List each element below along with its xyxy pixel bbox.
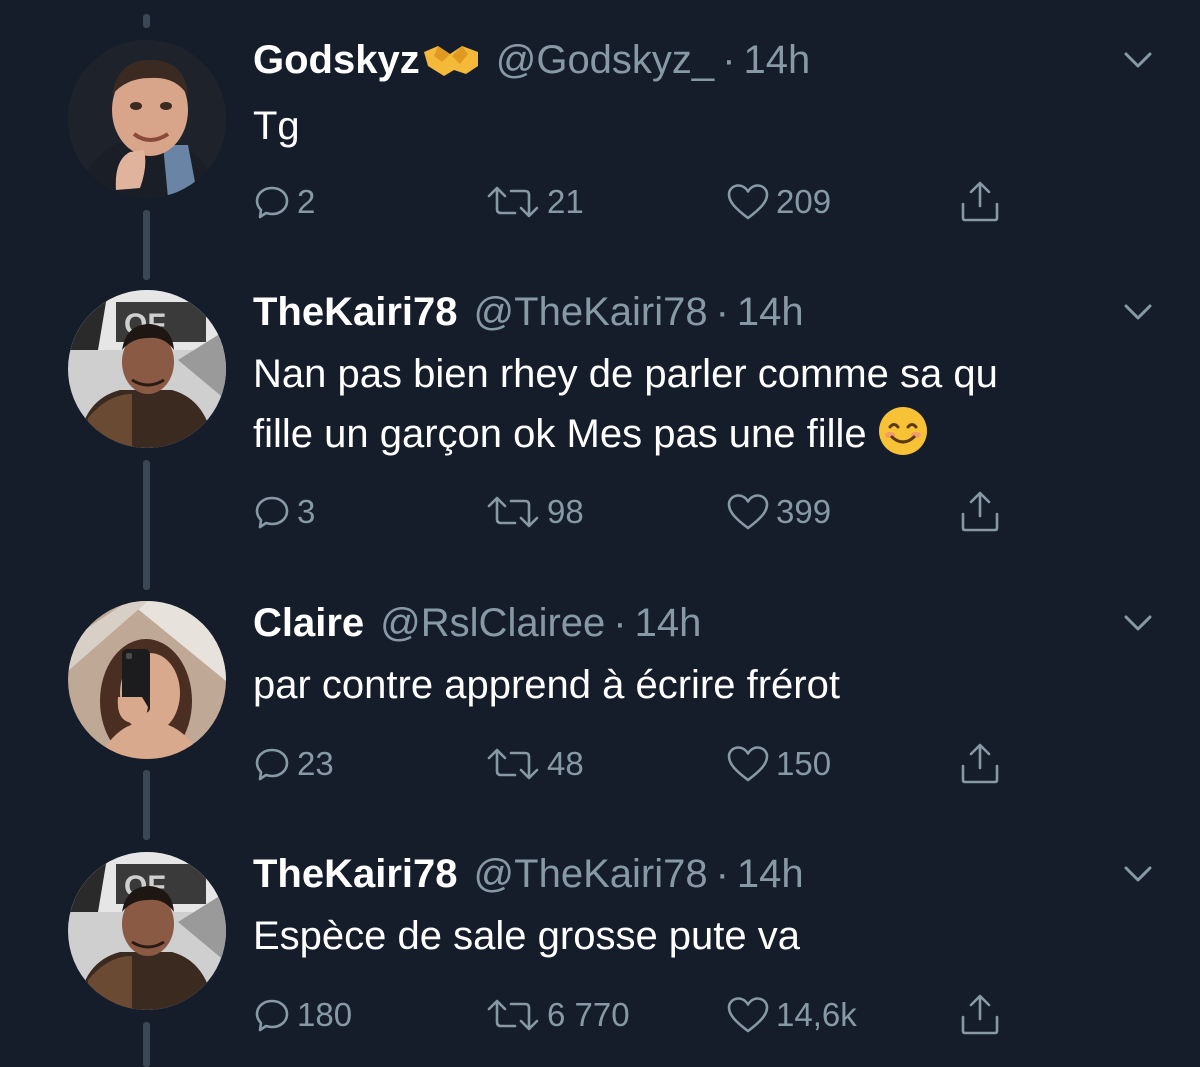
- reply-count: 2: [297, 183, 316, 220]
- separator-dot: ·: [715, 289, 729, 334]
- chevron-down-icon[interactable]: [1120, 294, 1156, 330]
- reply-button[interactable]: 180: [253, 990, 352, 1040]
- like-button[interactable]: 399: [726, 487, 831, 537]
- avatar[interactable]: [68, 40, 226, 198]
- like-count: 14,6k: [776, 996, 857, 1033]
- reply-count: 23: [297, 745, 334, 782]
- tweet-actions: 2 21 209: [253, 177, 1053, 227]
- tweet-actions: 23 48 150: [253, 739, 1053, 789]
- share-button[interactable]: [958, 739, 1002, 789]
- tweet-header: TheKairi78 @TheKairi78 · 14h: [253, 844, 804, 904]
- user-handle[interactable]: @RslClairee: [380, 601, 605, 646]
- retweet-count: 6 770: [547, 996, 630, 1033]
- tweet-header: TheKairi78 @TheKairi78 · 14h: [253, 282, 804, 342]
- display-name[interactable]: Claire: [253, 601, 364, 646]
- reply-icon: [253, 996, 291, 1034]
- chevron-down-icon[interactable]: [1120, 42, 1156, 78]
- smiling-face-icon: [877, 405, 929, 457]
- separator-dot: ·: [722, 37, 736, 82]
- tweet[interactable]: OF TheKairi78 @TheKairi78 · 14h Espèce d…: [0, 844, 1200, 1054]
- tweet-timestamp[interactable]: 14h: [744, 38, 811, 83]
- reply-count: 180: [297, 996, 353, 1033]
- like-button[interactable]: 209: [726, 177, 831, 227]
- tweet-actions: 180 6 770 14,6k: [253, 990, 1053, 1040]
- tweet-timestamp[interactable]: 14h: [737, 290, 804, 335]
- tweet-timestamp[interactable]: 14h: [737, 852, 804, 897]
- thread-line: [143, 14, 150, 28]
- tweet-timestamp[interactable]: 14h: [635, 601, 702, 646]
- tweet-header: Claire @RslClairee · 14h: [253, 593, 701, 653]
- like-button[interactable]: 14,6k: [726, 990, 857, 1040]
- retweet-count: 98: [547, 493, 584, 530]
- retweet-icon: [485, 745, 541, 783]
- tweet-text-line-with-emoji: fille un garçon ok Mes pas une fille: [253, 404, 1153, 464]
- tweet-text: Nan pas bien rhey de parler comme sa qu …: [253, 344, 1153, 464]
- display-name[interactable]: Godskyz: [253, 38, 420, 83]
- display-name[interactable]: TheKairi78: [253, 290, 458, 335]
- handshake-icon: [422, 40, 480, 80]
- chevron-down-icon[interactable]: [1120, 856, 1156, 892]
- retweet-button[interactable]: 98: [485, 487, 584, 537]
- heart-icon: [726, 996, 770, 1034]
- tweet-text: Espèce de sale grosse pute va: [253, 906, 1153, 966]
- heart-icon: [726, 493, 770, 531]
- like-count: 209: [776, 183, 832, 220]
- retweet-button[interactable]: 21: [485, 177, 584, 227]
- avatar[interactable]: OF: [68, 290, 226, 448]
- tweet-text: Tg: [253, 96, 1153, 156]
- reply-count: 3: [297, 493, 316, 530]
- chevron-down-icon[interactable]: [1120, 605, 1156, 641]
- reply-icon: [253, 183, 291, 221]
- tweet[interactable]: Godskyz @Godskyz_ · 14h Tg 2 21 209: [0, 30, 1200, 230]
- user-handle[interactable]: @TheKairi78: [474, 852, 708, 897]
- tweet-text-line: fille un garçon ok Mes pas une fille: [253, 412, 867, 456]
- tweet[interactable]: OF TheKairi78 @TheKairi78 · 14h Nan pas …: [0, 282, 1200, 552]
- tweet-actions: 3 98 399: [253, 487, 1053, 537]
- separator-dot: ·: [715, 851, 729, 896]
- tweet-text-line: Espèce de sale grosse pute va: [253, 914, 801, 958]
- tweet-header: Godskyz @Godskyz_ · 14h: [253, 30, 810, 90]
- display-name[interactable]: TheKairi78: [253, 852, 458, 897]
- retweet-icon: [485, 183, 541, 221]
- share-button[interactable]: [958, 487, 1002, 537]
- like-button[interactable]: 150: [726, 739, 831, 789]
- retweet-button[interactable]: 48: [485, 739, 584, 789]
- share-button[interactable]: [958, 990, 1002, 1040]
- avatar[interactable]: [68, 601, 226, 759]
- avatar[interactable]: OF: [68, 852, 226, 1010]
- reply-button[interactable]: 2: [253, 177, 315, 227]
- reply-button[interactable]: 3: [253, 487, 315, 537]
- tweet-text: par contre apprend à écrire frérot: [253, 655, 1153, 715]
- reply-icon: [253, 745, 291, 783]
- like-count: 150: [776, 745, 832, 782]
- reply-button[interactable]: 23: [253, 739, 334, 789]
- share-icon: [958, 993, 1002, 1037]
- tweet[interactable]: Claire @RslClairee · 14h par contre appr…: [0, 593, 1200, 793]
- share-icon: [958, 742, 1002, 786]
- retweet-icon: [485, 493, 541, 531]
- user-handle[interactable]: @Godskyz_: [496, 38, 714, 83]
- share-icon: [958, 180, 1002, 224]
- retweet-count: 21: [547, 183, 584, 220]
- user-handle[interactable]: @TheKairi78: [474, 290, 708, 335]
- like-count: 399: [776, 493, 832, 530]
- share-button[interactable]: [958, 177, 1002, 227]
- tweet-text-line: par contre apprend à écrire frérot: [253, 663, 840, 707]
- heart-icon: [726, 745, 770, 783]
- share-icon: [958, 490, 1002, 534]
- tweet-text-line: Nan pas bien rhey de parler comme sa qu: [253, 352, 998, 396]
- heart-icon: [726, 183, 770, 221]
- reply-icon: [253, 493, 291, 531]
- separator-dot: ·: [613, 600, 627, 645]
- retweet-icon: [485, 996, 541, 1034]
- retweet-button[interactable]: 6 770: [485, 990, 630, 1040]
- retweet-count: 48: [547, 745, 584, 782]
- tweet-text-line: Tg: [253, 104, 300, 148]
